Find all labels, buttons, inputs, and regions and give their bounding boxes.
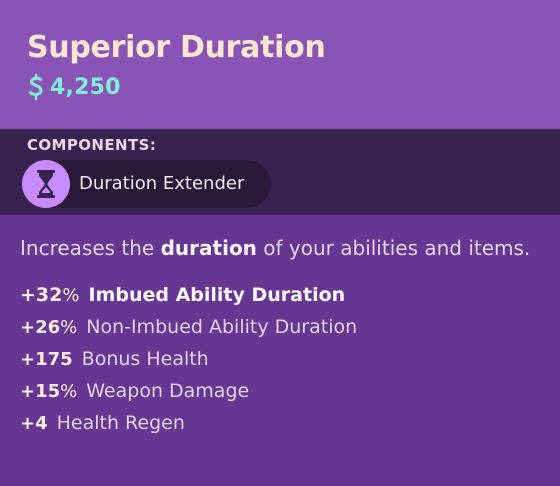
stat-label: Non-Imbued Ability Duration — [86, 316, 358, 338]
stat-label: Imbued Ability Duration — [88, 284, 346, 306]
price-row: 4,250 — [27, 72, 560, 102]
stat-value: +15% — [20, 381, 78, 402]
stat-row: +26% Non-Imbued Ability Duration — [20, 311, 540, 343]
item-price: 4,250 — [50, 74, 121, 100]
item-tooltip-card: Superior Duration 4,250 COMPONENTS: Dura… — [0, 0, 560, 486]
stat-row: +175 Bonus Health — [20, 343, 540, 375]
stat-row: +4 Health Regen — [20, 407, 540, 439]
description-highlight: duration — [160, 236, 257, 260]
stat-row: +15% Weapon Damage — [20, 375, 540, 407]
component-name: Duration Extender — [79, 173, 245, 194]
stat-list: +32% Imbued Ability Duration +26% Non-Im… — [20, 279, 540, 439]
stat-value: +175 — [20, 349, 73, 370]
description-text: Increases the — [20, 236, 161, 260]
stat-label: Weapon Damage — [86, 380, 250, 402]
stat-value: +4 — [20, 413, 48, 434]
hourglass-icon — [22, 160, 70, 208]
stat-row: +32% Imbued Ability Duration — [20, 279, 540, 311]
stat-label: Bonus Health — [81, 348, 209, 370]
component-duration-extender[interactable]: Duration Extender — [22, 160, 271, 208]
components-section: COMPONENTS: Duration Extender — [0, 129, 560, 215]
item-title: Superior Duration — [27, 30, 326, 65]
stat-value: +32% — [20, 284, 80, 306]
souls-currency-icon — [27, 73, 45, 101]
stat-value: +26% — [20, 317, 78, 338]
components-label: COMPONENTS: — [27, 136, 157, 154]
description-text: of your abilities and items. — [256, 236, 531, 260]
item-description: Increases the duration of your abilities… — [20, 232, 540, 265]
stat-label: Health Regen — [56, 412, 185, 434]
item-body: Increases the duration of your abilities… — [0, 215, 560, 486]
item-header: Superior Duration 4,250 — [0, 0, 560, 129]
